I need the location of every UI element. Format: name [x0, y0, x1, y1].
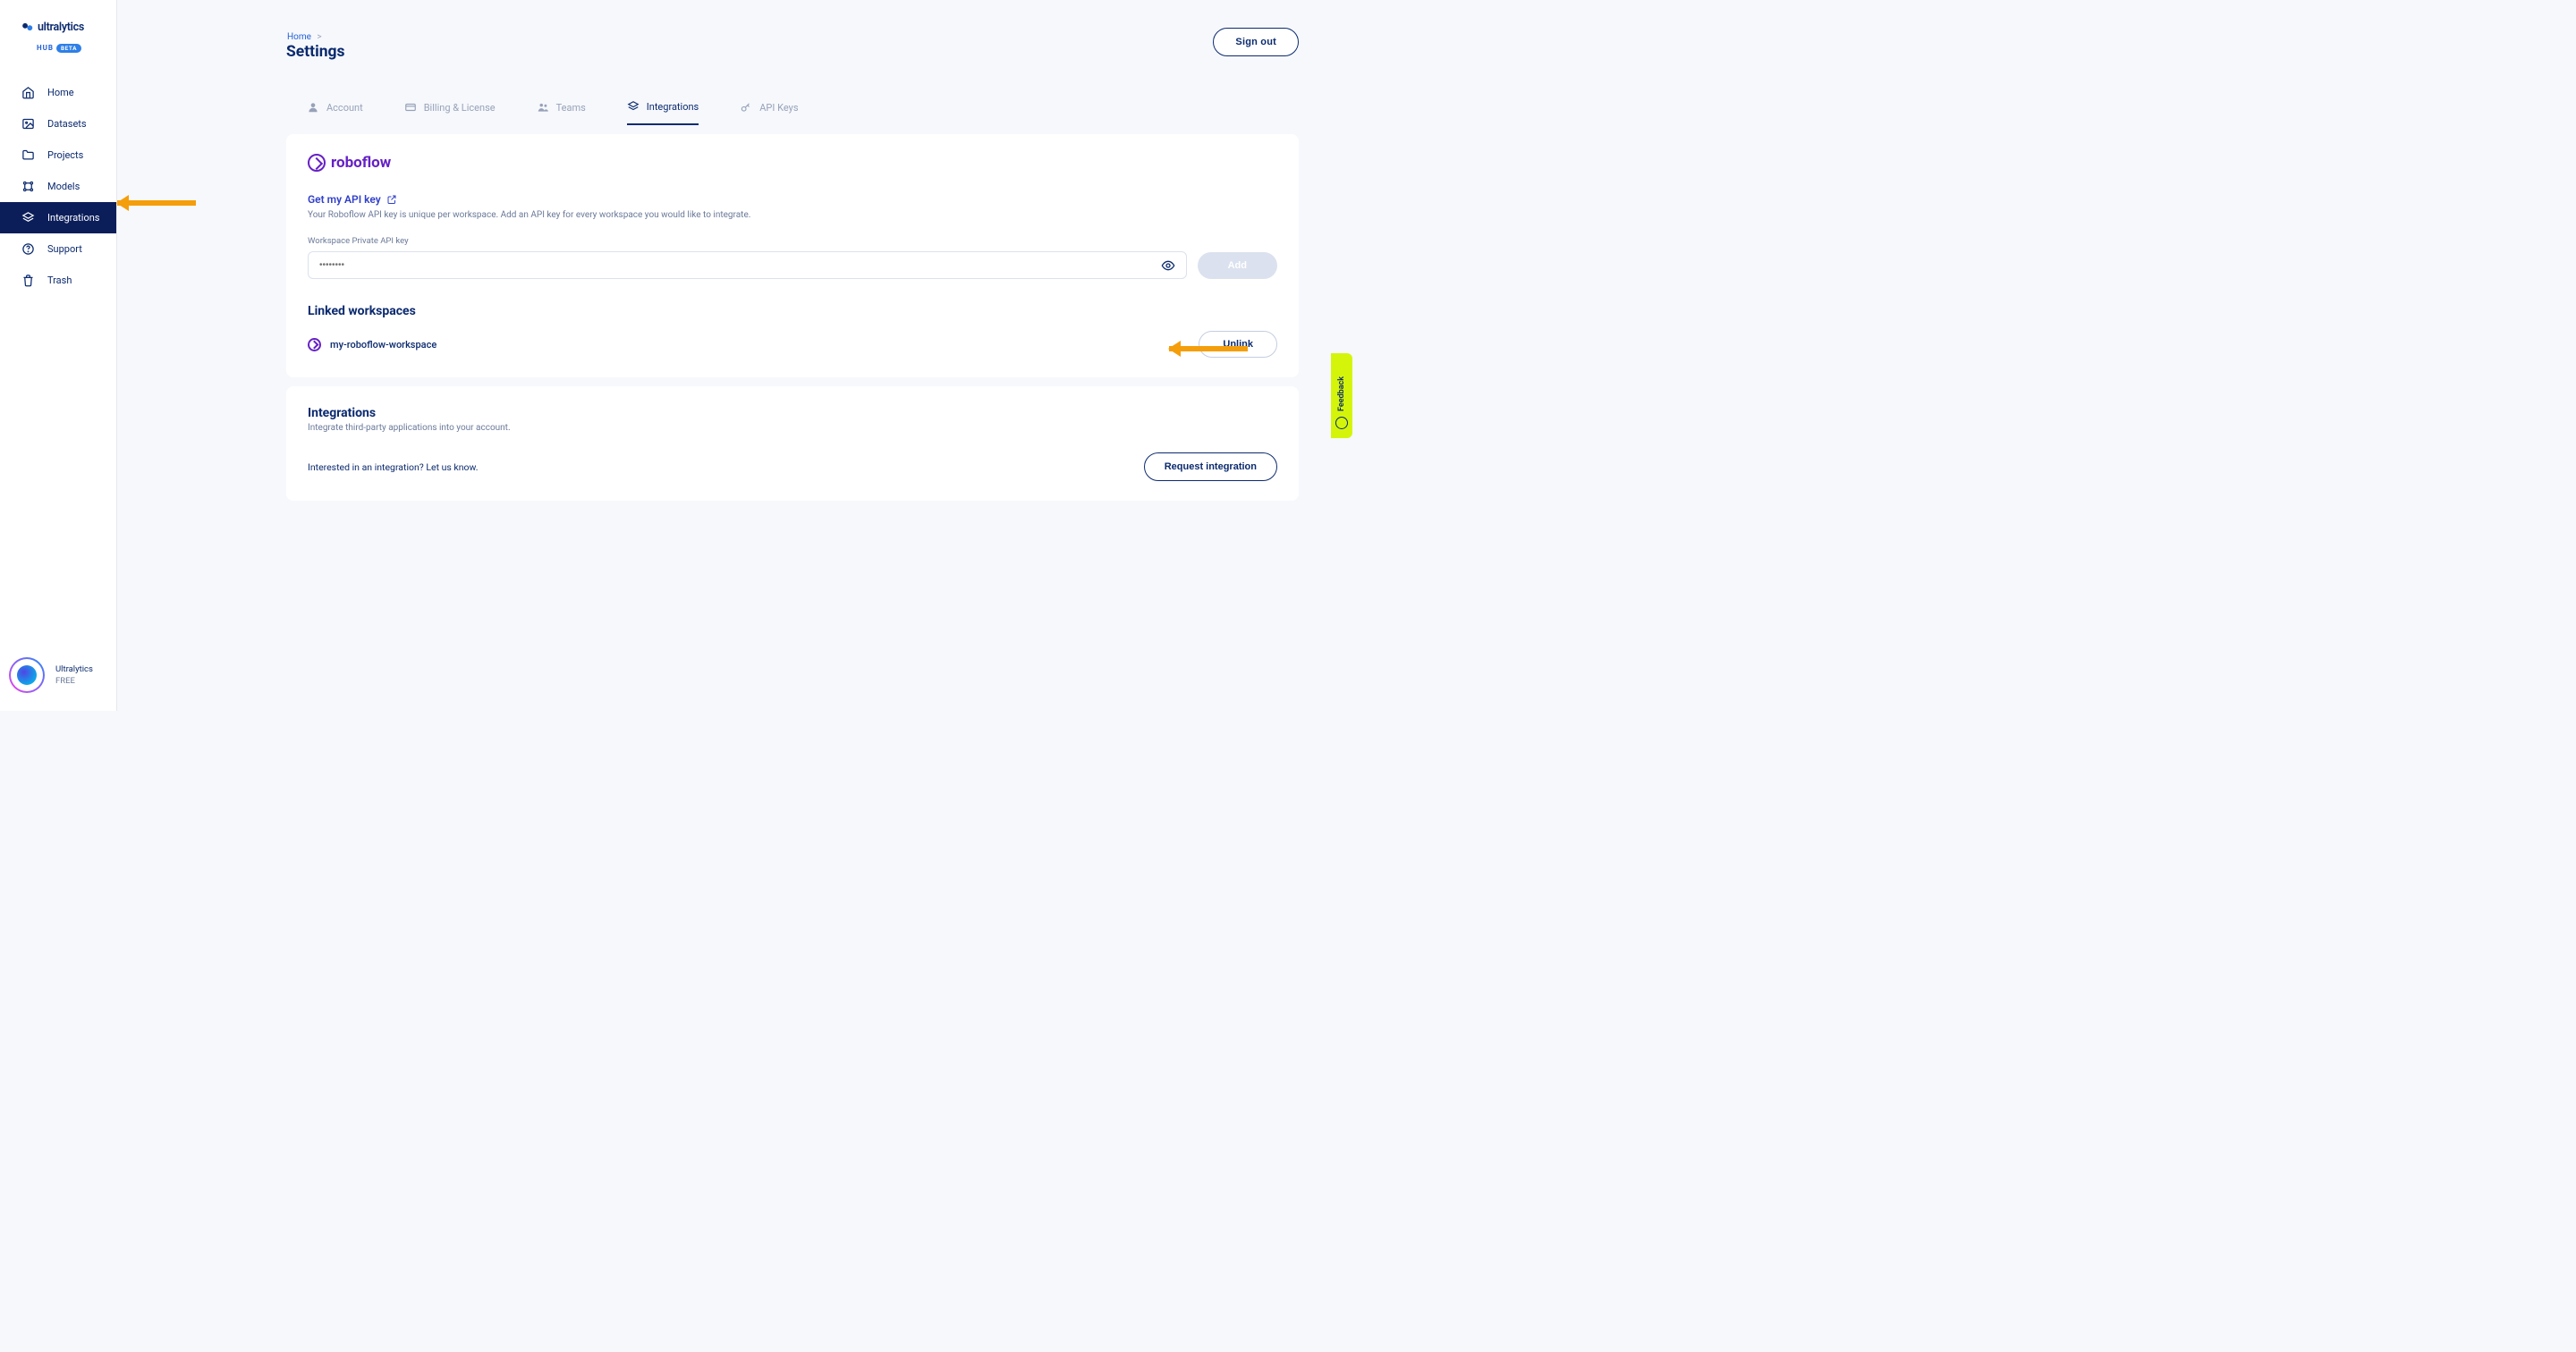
sidebar-item-datasets[interactable]: Datasets [0, 108, 116, 139]
hub-label: HUB [37, 44, 54, 52]
api-field-label: Workspace Private API key [308, 236, 1277, 246]
linked-workspaces-title: Linked workspaces [308, 304, 1277, 318]
get-api-key-link[interactable]: Get my API key [308, 193, 397, 206]
sidebar-item-label: Home [47, 87, 74, 98]
feedback-button[interactable]: Feedback [1331, 353, 1352, 438]
api-description: Your Roboflow API key is unique per work… [308, 210, 1277, 220]
api-key-input[interactable] [309, 252, 1186, 278]
sidebar-item-label: Integrations [47, 212, 99, 224]
tab-billing[interactable]: Billing & License [404, 100, 496, 125]
beta-badge: BETA [56, 44, 81, 53]
sidebar-item-models[interactable]: Models [0, 171, 116, 202]
tab-teams[interactable]: Teams [537, 100, 586, 125]
roboflow-card: roboflow Get my API key Your Roboflow AP… [286, 134, 1299, 377]
sidebar: ultralytics HUB BETA Home Datasets Proje… [0, 0, 117, 711]
tab-label: Account [326, 102, 363, 114]
layers-icon [21, 211, 35, 224]
sidebar-item-trash[interactable]: Trash [0, 265, 116, 296]
external-link-icon [386, 194, 397, 205]
request-integration-button[interactable]: Request integration [1144, 452, 1277, 481]
tab-label: API Keys [759, 102, 798, 114]
roboflow-icon [308, 338, 321, 351]
tab-apikeys[interactable]: API Keys [740, 100, 798, 125]
card-icon [404, 101, 417, 114]
user-icon [307, 101, 319, 114]
annotation-arrow [1169, 346, 1248, 351]
tab-integrations[interactable]: Integrations [627, 100, 699, 125]
tab-label: Integrations [647, 101, 699, 113]
image-icon [21, 117, 35, 131]
logo-area[interactable]: ultralytics HUB BETA [0, 0, 116, 66]
page-title: Settings [286, 43, 345, 61]
roboflow-logo: roboflow [308, 154, 1277, 172]
team-icon [537, 101, 549, 114]
breadcrumb-home[interactable]: Home [287, 32, 311, 42]
tab-label: Teams [556, 102, 586, 114]
user-profile-area[interactable]: Ultralytics FREE [9, 657, 93, 693]
roboflow-brand: roboflow [331, 154, 391, 172]
trash-icon [21, 274, 35, 287]
brand-name: ultralytics [38, 21, 84, 34]
sidebar-item-label: Projects [47, 149, 83, 161]
signout-button[interactable]: Sign out [1213, 28, 1299, 56]
sidebar-item-label: Datasets [47, 118, 87, 130]
folder-icon [21, 148, 35, 162]
tab-account[interactable]: Account [307, 100, 363, 125]
integrations-card: Integrations Integrate third-party appli… [286, 386, 1299, 501]
user-name: Ultralytics [55, 663, 93, 675]
integrations-subtitle: Integrate third-party applications into … [308, 423, 1277, 433]
ultralytics-logo-icon [21, 21, 34, 33]
annotation-arrow [117, 200, 196, 206]
home-icon [21, 86, 35, 99]
roboflow-icon [308, 154, 326, 172]
workspace-name: my-roboflow-workspace [330, 339, 436, 351]
sidebar-item-integrations[interactable]: Integrations [0, 202, 116, 233]
sidebar-item-label: Support [47, 243, 82, 255]
integrations-note: Interested in an integration? Let us kno… [308, 461, 479, 473]
tab-label: Billing & License [424, 102, 496, 114]
sidebar-item-support[interactable]: Support [0, 233, 116, 265]
unlink-button[interactable]: Unlink [1199, 331, 1277, 358]
add-apikey-button[interactable]: Add [1198, 252, 1277, 279]
layers-icon [627, 100, 640, 113]
toggle-visibility-button[interactable] [1161, 258, 1175, 273]
sidebar-item-home[interactable]: Home [0, 77, 116, 108]
breadcrumb-separator: > [317, 32, 321, 42]
sidebar-item-label: Trash [47, 275, 72, 286]
key-icon [740, 101, 752, 114]
breadcrumb: Home > [287, 32, 322, 42]
sidebar-item-projects[interactable]: Projects [0, 139, 116, 171]
integrations-title: Integrations [308, 406, 1277, 420]
help-icon [21, 242, 35, 256]
grid-icon [21, 180, 35, 193]
avatar [9, 657, 45, 693]
settings-tabs: Account Billing & License Teams Integrat… [307, 100, 799, 125]
sidebar-item-label: Models [47, 181, 80, 192]
sidebar-nav: Home Datasets Projects Models Integratio… [0, 77, 116, 296]
workspace-row: my-roboflow-workspace Unlink [308, 331, 1277, 358]
user-tier: FREE [55, 675, 93, 687]
